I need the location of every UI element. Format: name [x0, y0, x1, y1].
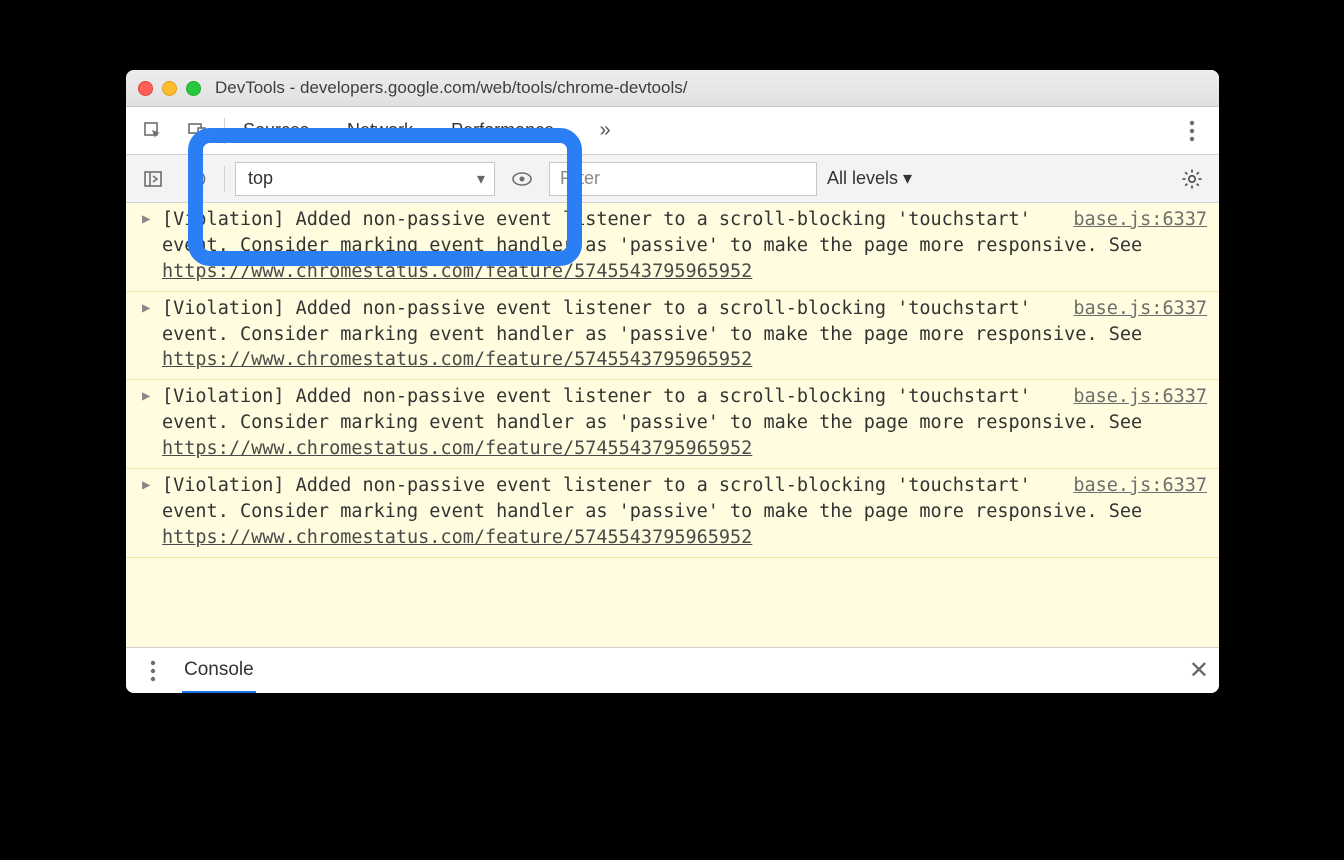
- log-row[interactable]: ▶ base.js:6337[Violation] Added non-passi…: [126, 469, 1219, 558]
- inspect-element-icon[interactable]: [136, 114, 170, 148]
- titlebar: DevTools - developers.google.com/web/too…: [126, 70, 1219, 107]
- expand-arrow-icon[interactable]: ▶: [142, 299, 150, 319]
- separator: [224, 118, 225, 144]
- live-expression-icon[interactable]: [505, 162, 539, 196]
- log-message: [Violation] Added non-passive event list…: [162, 475, 1142, 548]
- clear-console-icon[interactable]: [180, 162, 214, 196]
- tab-network[interactable]: Network: [343, 107, 417, 155]
- log-row[interactable]: ▶ base.js:6337[Violation] Added non-passi…: [126, 292, 1219, 381]
- expand-arrow-icon[interactable]: ▶: [142, 210, 150, 230]
- close-drawer-icon[interactable]: ✕: [1189, 656, 1209, 685]
- expand-arrow-icon[interactable]: ▶: [142, 476, 150, 496]
- log-link[interactable]: https://www.chromestatus.com/feature/574…: [162, 438, 752, 459]
- log-source-link[interactable]: base.js:6337: [1073, 207, 1207, 233]
- log-source-link[interactable]: base.js:6337: [1073, 384, 1207, 410]
- settings-gear-icon[interactable]: [1175, 162, 1209, 196]
- window-title: DevTools - developers.google.com/web/too…: [215, 78, 687, 98]
- main-tabs: Sources Network Performance »: [126, 107, 1219, 155]
- separator: [224, 166, 225, 192]
- devtools-window: DevTools - developers.google.com/web/too…: [126, 70, 1219, 693]
- drawer-bar: Console ✕: [126, 647, 1219, 693]
- log-message: [Violation] Added non-passive event list…: [162, 209, 1142, 282]
- log-link[interactable]: https://www.chromestatus.com/feature/574…: [162, 527, 752, 548]
- more-options-icon[interactable]: [1175, 114, 1209, 148]
- log-levels-selector[interactable]: All levels ▾: [827, 168, 912, 189]
- console-toolbar: top ▾ All levels ▾: [126, 155, 1219, 203]
- log-message: [Violation] Added non-passive event list…: [162, 386, 1142, 459]
- filter-input[interactable]: [549, 162, 817, 196]
- device-toolbar-icon[interactable]: [180, 114, 214, 148]
- log-link[interactable]: https://www.chromestatus.com/feature/574…: [162, 349, 752, 370]
- tab-performance[interactable]: Performance: [447, 107, 558, 155]
- context-selector[interactable]: top: [235, 162, 495, 196]
- log-message: [Violation] Added non-passive event list…: [162, 298, 1142, 371]
- drawer-more-icon[interactable]: [136, 654, 170, 688]
- minimize-window-button[interactable]: [162, 81, 177, 96]
- log-link[interactable]: https://www.chromestatus.com/feature/574…: [162, 261, 752, 282]
- log-row[interactable]: ▶ base.js:6337[Violation] Added non-passi…: [126, 203, 1219, 292]
- zoom-window-button[interactable]: [186, 81, 201, 96]
- tabs-overflow-icon[interactable]: »: [588, 119, 622, 142]
- tab-sources[interactable]: Sources: [239, 107, 313, 155]
- log-source-link[interactable]: base.js:6337: [1073, 473, 1207, 499]
- context-selector-value: top: [248, 168, 273, 189]
- traffic-lights: [138, 81, 201, 96]
- expand-arrow-icon[interactable]: ▶: [142, 387, 150, 407]
- console-log-area[interactable]: ▶base.js:6337[Violation] Added non-passi…: [126, 203, 1219, 647]
- close-window-button[interactable]: [138, 81, 153, 96]
- toggle-sidebar-icon[interactable]: [136, 162, 170, 196]
- drawer-tab-console[interactable]: Console: [182, 648, 256, 693]
- log-row[interactable]: ▶ base.js:6337[Violation] Added non-passi…: [126, 380, 1219, 469]
- log-source-link[interactable]: base.js:6337: [1073, 296, 1207, 322]
